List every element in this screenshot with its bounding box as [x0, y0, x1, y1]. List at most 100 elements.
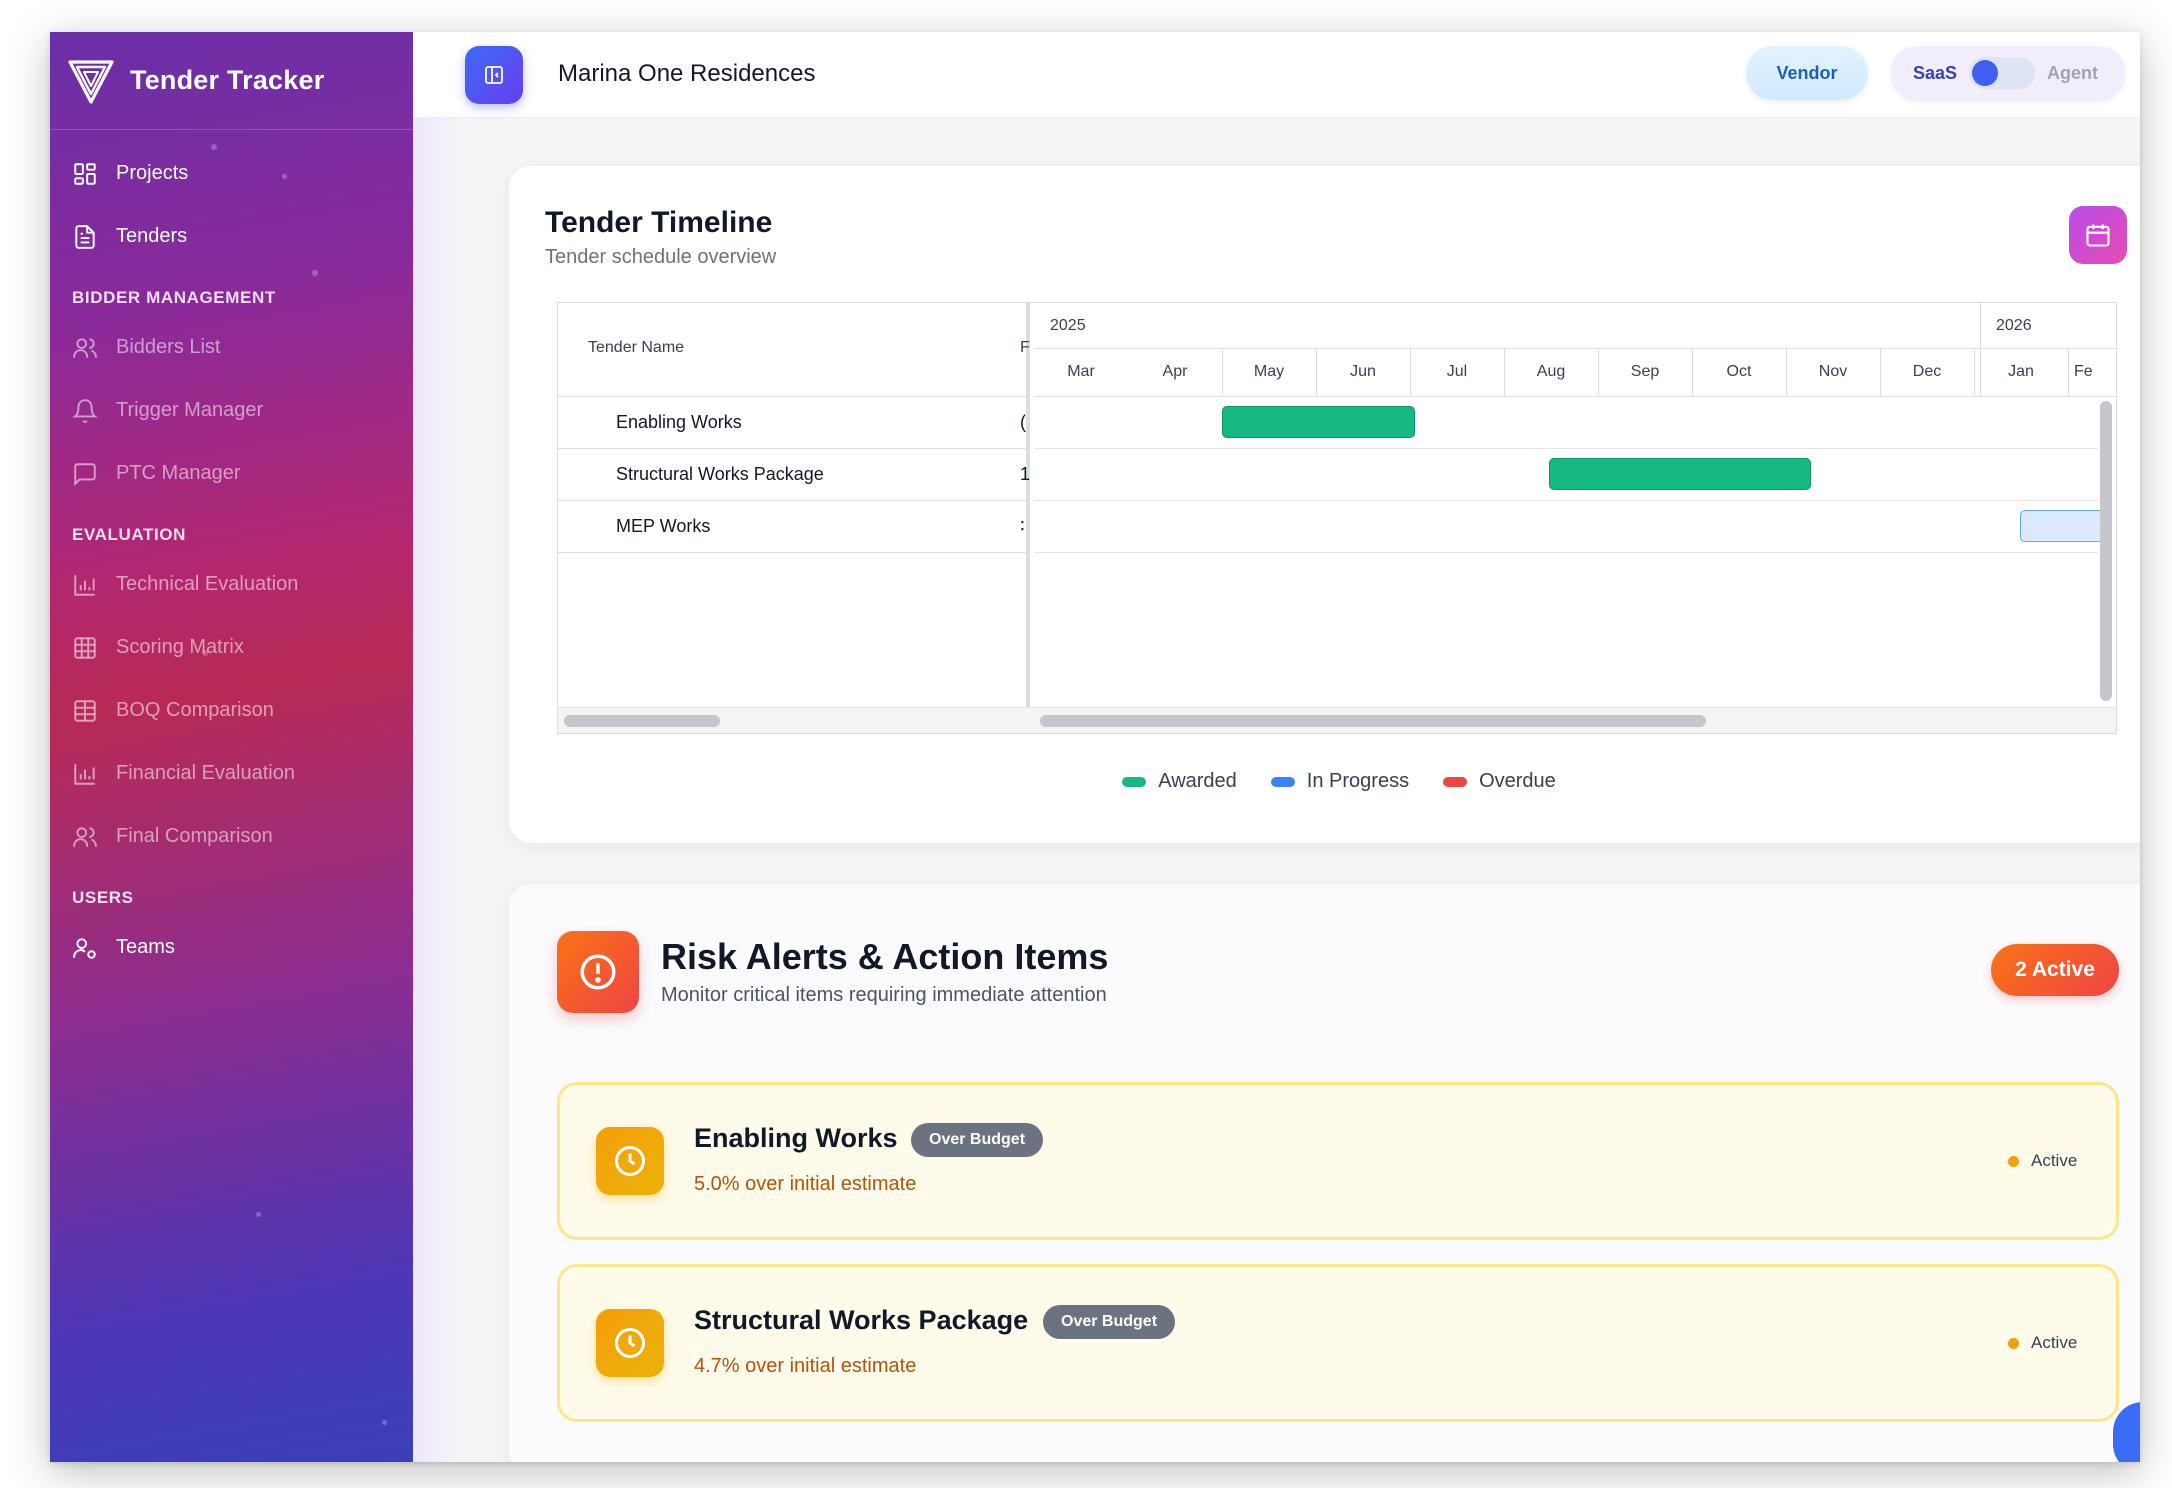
- sidebar-item-projects[interactable]: Projects: [50, 142, 413, 205]
- legend-label: Overdue: [1479, 770, 1556, 792]
- status-dot: [2008, 1155, 2019, 1167]
- year-label: 2025: [1050, 317, 1086, 334]
- section-bidder-management: BIDDER MANAGEMENT: [72, 288, 276, 307]
- table-icon: [72, 698, 98, 724]
- table-row[interactable]: Structural Works Package 1: [558, 449, 1030, 501]
- month-label: Nov: [1818, 363, 1848, 380]
- column-header-cut: F: [1020, 339, 1030, 356]
- calendar-icon: [2086, 224, 2110, 247]
- timeline-scrollbar[interactable]: [1040, 715, 1706, 727]
- alert-description: 4.7% over initial estimate: [694, 1355, 917, 1377]
- sidebar-item-scoring-matrix[interactable]: Scoring Matrix: [50, 616, 413, 679]
- sidebar-item-label: Financial Evaluation: [116, 762, 295, 784]
- brand[interactable]: Tender Tracker: [50, 32, 413, 130]
- sidebar-item-financial-evaluation[interactable]: Financial Evaluation: [50, 742, 413, 805]
- clock-icon: [596, 1127, 664, 1195]
- sidebar-item-ptc-manager[interactable]: PTC Manager: [50, 442, 413, 505]
- alert-title: Enabling Works: [694, 1123, 898, 1153]
- month-label: May: [1253, 363, 1285, 380]
- legend-label: In Progress: [1306, 770, 1410, 792]
- tender-timeline-card: Tender Timeline Tender schedule overview…: [509, 166, 2140, 843]
- gantt-row: [1034, 449, 2098, 501]
- sidebar-item-label: Final Comparison: [116, 825, 273, 847]
- month-divider: [1974, 349, 1975, 397]
- panel-left-icon: [485, 66, 503, 84]
- month-divider: [1222, 349, 1223, 397]
- mode-switch[interactable]: [1969, 57, 2036, 89]
- table-row[interactable]: Enabling Works (: [558, 397, 1026, 449]
- grid-icon: [72, 161, 98, 187]
- over-budget-badge: Over Budget: [1043, 1305, 1176, 1339]
- alert-status: Active: [2008, 1333, 2077, 1353]
- risk-alert-item[interactable]: Enabling Works Over Budget 5.0% over ini…: [557, 1082, 2119, 1240]
- decor-dot: [382, 1420, 387, 1425]
- tender-cell-cut: ∶: [1020, 516, 1025, 536]
- calendar-button[interactable]: [2069, 206, 2127, 264]
- column-header-tender-name: Tender Name: [588, 339, 685, 356]
- gantt-header: Tender Name F: [558, 303, 1030, 397]
- sidebar-item-final-comparison[interactable]: Final Comparison: [50, 805, 413, 868]
- project-title: Marina One Residences: [558, 60, 816, 87]
- timeline-title: Tender Timeline: [545, 206, 773, 239]
- sidebar-toggle-button[interactable]: [465, 46, 523, 104]
- risk-alert-item[interactable]: Structural Works Package Over Budget 4.7…: [557, 1264, 2119, 1422]
- clock-icon: [596, 1309, 664, 1377]
- sidebar-item-label: Bidders List: [116, 336, 221, 358]
- vendor-button[interactable]: Vendor: [1746, 46, 1868, 100]
- gantt-row: [1034, 501, 2110, 553]
- year-row: 2025 2026: [1034, 303, 2116, 349]
- sidebar-item-label: PTC Manager: [116, 462, 241, 484]
- sidebar-item-tenders[interactable]: Tenders: [50, 205, 413, 268]
- alert-status-label: Active: [2031, 1333, 2078, 1352]
- vertical-scrollbar[interactable]: [2100, 401, 2112, 701]
- legend-item-overdue: Overdue: [1443, 770, 1556, 793]
- month-label: Sep: [1630, 363, 1660, 380]
- legend-label: Awarded: [1158, 770, 1237, 792]
- sidebar-item-label: Tenders: [116, 225, 188, 247]
- month-label: Fe: [2074, 363, 2093, 380]
- table-icon: [72, 635, 98, 661]
- gantt-bar-awarded[interactable]: [1549, 458, 1811, 490]
- decor-dot: [256, 1212, 261, 1217]
- gantt-legend: Awarded In Progress Overdue: [509, 770, 2140, 793]
- month-divider: [1786, 349, 1787, 397]
- gantt-bar-in-progress[interactable]: [2020, 510, 2110, 542]
- sidebar: Tender Tracker Projects Tenders BIDDER M…: [50, 32, 413, 1462]
- top-bar: Marina One Residences Vendor SaaS Agent: [413, 32, 2140, 118]
- main-content: Marina One Residences Vendor SaaS Agent …: [413, 32, 2140, 1462]
- sidebar-nav: Projects Tenders BIDDER MANAGEMENT Bidde…: [50, 130, 413, 979]
- month-label: Jan: [2008, 363, 2034, 380]
- tender-cell-cut: (: [1020, 412, 1026, 432]
- switch-knob: [1972, 60, 1999, 86]
- sidebar-item-technical-evaluation[interactable]: Technical Evaluation: [50, 553, 413, 616]
- legend-swatch: [1270, 776, 1295, 787]
- month-divider: [1316, 349, 1317, 397]
- month-divider: [1692, 349, 1693, 397]
- sidebar-item-label: Trigger Manager: [116, 399, 264, 421]
- year-label: 2026: [1996, 317, 2032, 334]
- over-budget-badge: Over Budget: [911, 1123, 1044, 1157]
- sidebar-item-teams[interactable]: Teams: [50, 916, 413, 979]
- alert-description: 5.0% over initial estimate: [694, 1173, 917, 1195]
- decor-dot: [282, 174, 287, 179]
- task-list-scrollbar[interactable]: [564, 715, 720, 727]
- bar-chart-icon: [72, 572, 98, 598]
- table-row[interactable]: MEP Works ∶: [558, 501, 1026, 553]
- sidebar-item-boq-comparison[interactable]: BOQ Comparison: [50, 679, 413, 742]
- section-users: USERS: [72, 888, 134, 907]
- gantt-chart: Tender Name F Enabling Works ( Structura…: [557, 302, 2117, 734]
- legend-swatch: [1443, 776, 1468, 787]
- legend-swatch: [1122, 776, 1147, 787]
- legend-item-awarded: Awarded: [1122, 770, 1237, 793]
- active-count-badge: 2 Active: [1991, 944, 2119, 996]
- month-divider: [1880, 349, 1881, 397]
- sidebar-item-bidders-list[interactable]: Bidders List: [50, 316, 413, 379]
- app-window: Tender Tracker Projects Tenders BIDDER M…: [50, 32, 2140, 1462]
- main-tint: [413, 118, 461, 1462]
- logo-icon: [68, 59, 114, 104]
- gantt-bar-awarded[interactable]: [1222, 406, 1415, 438]
- mode-toggle[interactable]: SaaS Agent: [1891, 46, 2125, 100]
- mode-saas-label: SaaS: [1913, 62, 1958, 83]
- risk-subtitle: Monitor critical items requiring immedia…: [661, 984, 1107, 1006]
- sidebar-item-trigger-manager[interactable]: Trigger Manager: [50, 379, 413, 442]
